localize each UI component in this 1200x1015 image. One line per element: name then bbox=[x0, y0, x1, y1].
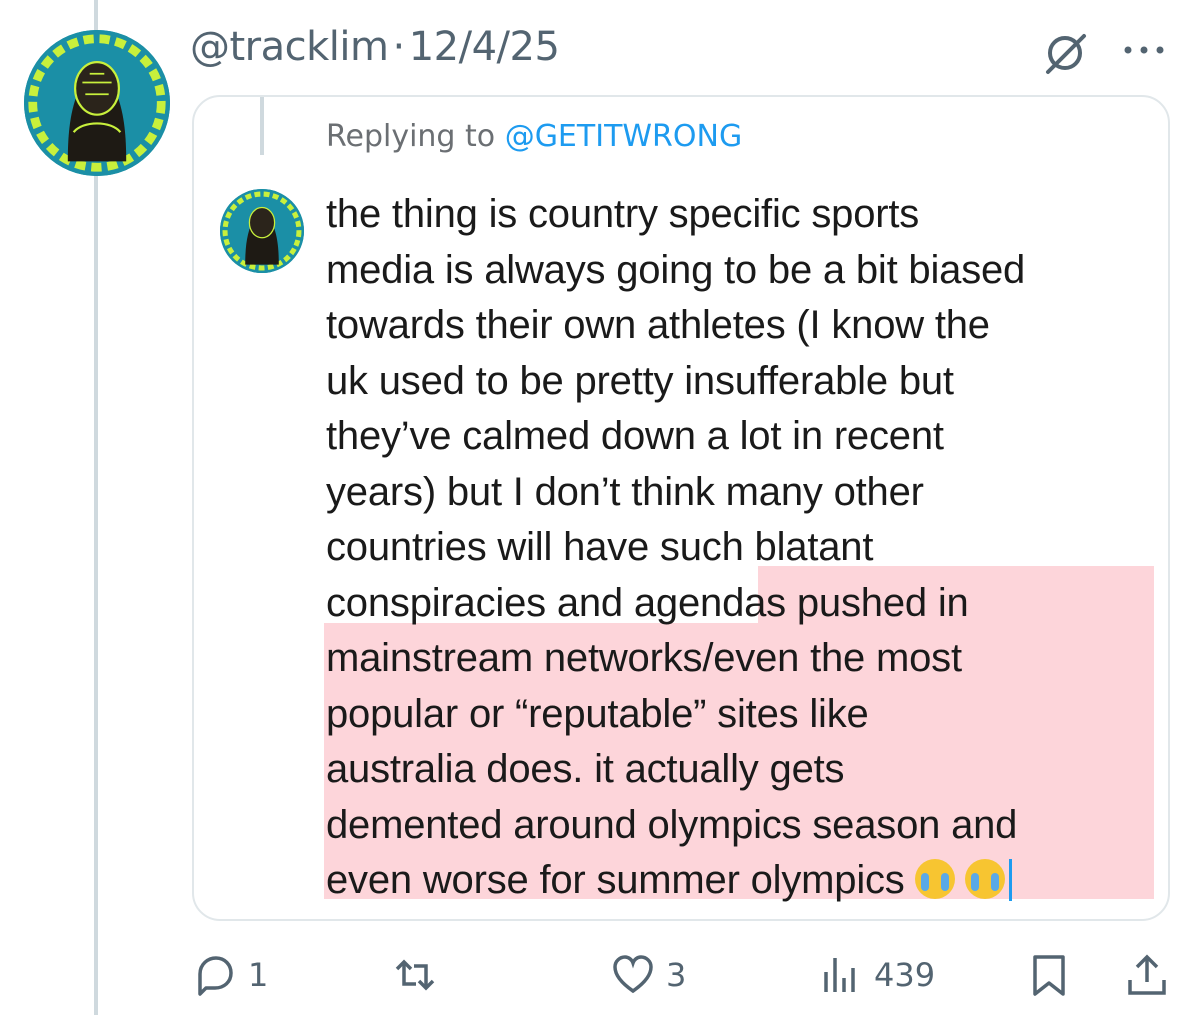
text-line: countries will have such blatant bbox=[326, 525, 874, 569]
replying-prefix: Replying to bbox=[326, 119, 496, 154]
text-line-last: even worse for summer olympics bbox=[326, 853, 1166, 909]
post-header: @tracklim · 12/4/25 bbox=[190, 24, 560, 70]
share-icon bbox=[1128, 954, 1166, 995]
text-line: towards their own athletes (I know the bbox=[326, 303, 990, 347]
replying-mention[interactable]: @GETITWRONG bbox=[505, 119, 743, 154]
share-button[interactable] bbox=[1124, 945, 1170, 1005]
reply-button[interactable]: 1 bbox=[192, 945, 268, 1005]
quote-thread-line bbox=[260, 97, 264, 155]
post-date[interactable]: 12/4/25 bbox=[409, 24, 560, 70]
avatar[interactable] bbox=[24, 30, 170, 176]
bookmark-button[interactable] bbox=[1026, 945, 1072, 1005]
quoted-avatar-image bbox=[220, 189, 304, 273]
replying-to: Replying to @GETITWRONG bbox=[326, 119, 742, 154]
repost-button[interactable] bbox=[392, 945, 448, 1005]
quoted-avatar[interactable] bbox=[220, 189, 304, 273]
author-handle[interactable]: @tracklim bbox=[190, 24, 389, 70]
more-options-icon[interactable] bbox=[1118, 30, 1170, 70]
like-count: 3 bbox=[666, 956, 687, 994]
separator-dot: · bbox=[392, 24, 406, 70]
reply-count: 1 bbox=[248, 956, 269, 994]
text-line: popular or “reputable” sites like bbox=[326, 691, 869, 736]
text-line: years) but I don’t think many other bbox=[326, 469, 924, 514]
views-icon bbox=[824, 958, 855, 992]
crying-face-icon bbox=[914, 859, 955, 899]
like-button[interactable]: 3 bbox=[610, 945, 686, 1005]
text-line: demented around olympics season and bbox=[326, 802, 1018, 847]
grok-icon[interactable] bbox=[1040, 28, 1090, 78]
quoted-post-card[interactable]: Replying to @GETITWRONG the thing is cou… bbox=[192, 95, 1170, 921]
text-line: even worse for summer olympics bbox=[326, 858, 905, 902]
text-line: australia does. it actually gets bbox=[326, 747, 845, 791]
text-line: the thing is country specific sports bbox=[326, 192, 920, 236]
action-bar: 1 3 439 bbox=[0, 945, 1200, 1005]
crying-face-icon bbox=[964, 859, 1005, 899]
text-cursor bbox=[1008, 859, 1012, 901]
heart-icon bbox=[613, 955, 653, 994]
avatar-image bbox=[24, 30, 170, 176]
views-button[interactable]: 439 bbox=[818, 945, 935, 1005]
text-line: uk used to be pretty insufferable but bbox=[326, 358, 954, 403]
view-count: 439 bbox=[874, 956, 936, 994]
quoted-post-text: the thing is country specific sports med… bbox=[326, 187, 1166, 909]
text-line: they’ve calmed down a lot in recent bbox=[326, 414, 944, 458]
repost-icon bbox=[395, 959, 435, 991]
text-line: conspiracies and agendas pushed in bbox=[326, 580, 969, 625]
reply-icon bbox=[198, 956, 233, 996]
text-line: media is always going to be a bit biased bbox=[326, 247, 1026, 292]
bookmark-icon bbox=[1033, 955, 1065, 996]
thread-line bbox=[94, 175, 98, 1015]
text-line: mainstream networks/even the most bbox=[326, 636, 962, 680]
